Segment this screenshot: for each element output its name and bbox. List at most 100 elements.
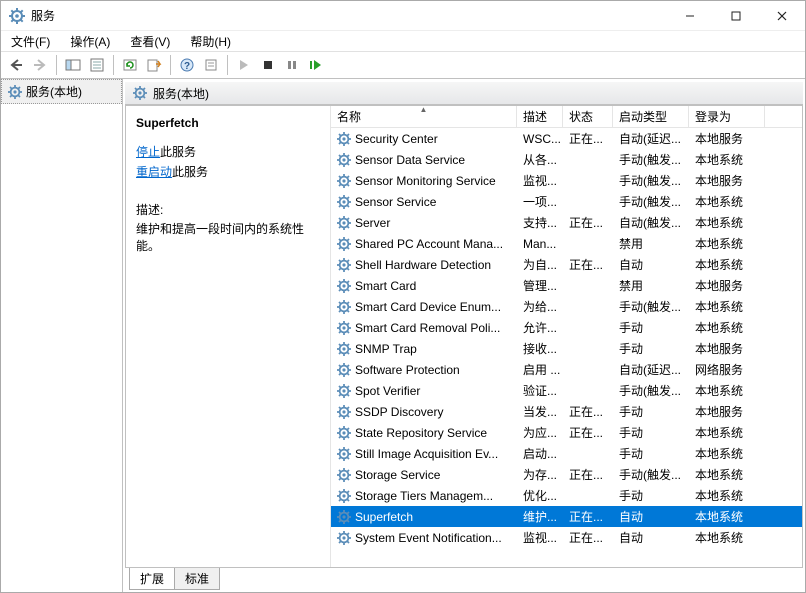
service-logon: 本地服务 (689, 403, 765, 420)
service-row[interactable]: Still Image Acquisition Ev...启动...手动本地系统 (331, 443, 802, 464)
service-desc: 一项... (517, 193, 563, 210)
service-name: Superfetch (355, 510, 413, 524)
restart-link[interactable]: 重启动 (136, 165, 172, 179)
service-row[interactable]: System Event Notification...监视...正在...自动… (331, 527, 802, 548)
col-startup[interactable]: 启动类型 (613, 106, 689, 127)
menu-help[interactable]: 帮助(H) (186, 32, 235, 51)
tree-root-label: 服务(本地) (26, 83, 82, 100)
menu-file[interactable]: 文件(F) (7, 32, 54, 51)
gear-icon (337, 363, 351, 377)
service-row[interactable]: Shell Hardware Detection为自...正在...自动本地系统 (331, 254, 802, 275)
service-name: Software Protection (355, 363, 460, 377)
gear-icon (337, 132, 351, 146)
menu-action[interactable]: 操作(A) (66, 32, 114, 51)
tree-root-services[interactable]: 服务(本地) (1, 79, 122, 104)
gear-icon (337, 468, 351, 482)
col-name[interactable]: 名称▲ (331, 106, 517, 127)
restart-service-button[interactable] (305, 54, 327, 76)
nav-forward-button[interactable] (29, 54, 51, 76)
service-name: SSDP Discovery (355, 405, 443, 419)
service-logon: 本地系统 (689, 193, 765, 210)
service-logon: 本地服务 (689, 130, 765, 147)
service-name: Storage Service (355, 468, 440, 482)
service-desc: 为存... (517, 466, 563, 483)
refresh-button[interactable] (119, 54, 141, 76)
gear-icon (337, 510, 351, 524)
properties-button[interactable] (86, 54, 108, 76)
pause-service-button[interactable] (281, 54, 303, 76)
service-startup: 手动 (613, 424, 689, 441)
service-logon: 网络服务 (689, 361, 765, 378)
service-row[interactable]: Sensor Service一项...手动(触发...本地系统 (331, 191, 802, 212)
sort-indicator-icon: ▲ (420, 106, 428, 114)
menu-view[interactable]: 查看(V) (126, 32, 174, 51)
service-status: 正在... (563, 214, 613, 231)
tab-extended[interactable]: 扩展 (129, 568, 175, 590)
service-name: Sensor Service (355, 195, 436, 209)
service-startup: 手动 (613, 445, 689, 462)
service-row[interactable]: Security CenterWSC...正在...自动(延迟...本地服务 (331, 128, 802, 149)
stop-service-button[interactable] (257, 54, 279, 76)
svg-text:?: ? (184, 61, 190, 72)
maximize-button[interactable] (713, 1, 759, 31)
show-hide-tree-button[interactable] (62, 54, 84, 76)
service-row[interactable]: Smart Card Device Enum...为给...手动(触发...本地… (331, 296, 802, 317)
col-desc[interactable]: 描述 (517, 106, 563, 127)
service-row[interactable]: Spot Verifier验证...手动(触发...本地系统 (331, 380, 802, 401)
title-bar: 服务 (1, 1, 805, 31)
gear-icon (8, 85, 22, 99)
service-row[interactable]: Superfetch维护...正在...自动本地系统 (331, 506, 802, 527)
service-row[interactable]: SNMP Trap接收...手动本地服务 (331, 338, 802, 359)
service-name: Smart Card Removal Poli... (355, 321, 500, 335)
help-button[interactable]: ? (176, 54, 198, 76)
service-name: Shell Hardware Detection (355, 258, 491, 272)
stop-link[interactable]: 停止 (136, 145, 160, 159)
nav-back-button[interactable] (5, 54, 27, 76)
tabs-bar: 扩展 标准 (125, 568, 803, 590)
service-logon: 本地系统 (689, 466, 765, 483)
service-desc: 接收... (517, 340, 563, 357)
service-name: Storage Tiers Managem... (355, 489, 493, 503)
column-headers: 名称▲ 描述 状态 启动类型 登录为 (331, 106, 802, 128)
detail-header: 服务(本地) (125, 81, 803, 105)
desc-text: 维护和提高一段时间内的系统性能。 (136, 220, 320, 254)
service-row[interactable]: Storage Tiers Managem...优化...手动本地系统 (331, 485, 802, 506)
service-row[interactable]: Server支持...正在...自动(触发...本地系统 (331, 212, 802, 233)
service-startup: 手动 (613, 403, 689, 420)
col-status[interactable]: 状态 (563, 106, 613, 127)
service-startup: 自动 (613, 529, 689, 546)
service-logon: 本地服务 (689, 172, 765, 189)
service-row[interactable]: SSDP Discovery当发...正在...手动本地服务 (331, 401, 802, 422)
service-logon: 本地系统 (689, 256, 765, 273)
col-logon[interactable]: 登录为 (689, 106, 765, 127)
service-row[interactable]: Software Protection启用 ...自动(延迟...网络服务 (331, 359, 802, 380)
service-row[interactable]: Sensor Data Service从各...手动(触发...本地系统 (331, 149, 802, 170)
service-row[interactable]: State Repository Service为应...正在...手动本地系统 (331, 422, 802, 443)
tab-standard[interactable]: 标准 (174, 568, 220, 590)
service-desc: 为自... (517, 256, 563, 273)
restart-suffix: 此服务 (172, 165, 208, 179)
export-list-button[interactable] (143, 54, 165, 76)
close-button[interactable] (759, 1, 805, 31)
service-row[interactable]: Shared PC Account Mana...Man...禁用本地系统 (331, 233, 802, 254)
service-desc: 监视... (517, 529, 563, 546)
minimize-button[interactable] (667, 1, 713, 31)
service-startup: 手动 (613, 319, 689, 336)
service-row[interactable]: Smart Card管理...禁用本地服务 (331, 275, 802, 296)
start-service-button[interactable] (233, 54, 255, 76)
service-desc: 启用 ... (517, 361, 563, 378)
service-row[interactable]: Storage Service为存...正在...手动(触发...本地系统 (331, 464, 802, 485)
service-status: 正在... (563, 529, 613, 546)
stop-suffix: 此服务 (160, 145, 196, 159)
service-rows[interactable]: Security CenterWSC...正在...自动(延迟...本地服务Se… (331, 128, 802, 567)
service-desc: 维护... (517, 508, 563, 525)
toolbar-props-icon[interactable] (200, 54, 222, 76)
service-status: 正在... (563, 130, 613, 147)
service-row[interactable]: Smart Card Removal Poli...允许...手动本地系统 (331, 317, 802, 338)
gear-icon (337, 531, 351, 545)
service-desc: WSC... (517, 132, 563, 146)
menu-bar: 文件(F) 操作(A) 查看(V) 帮助(H) (1, 31, 805, 51)
service-row[interactable]: Sensor Monitoring Service监视...手动(触发...本地… (331, 170, 802, 191)
service-logon: 本地系统 (689, 214, 765, 231)
service-desc: 启动... (517, 445, 563, 462)
